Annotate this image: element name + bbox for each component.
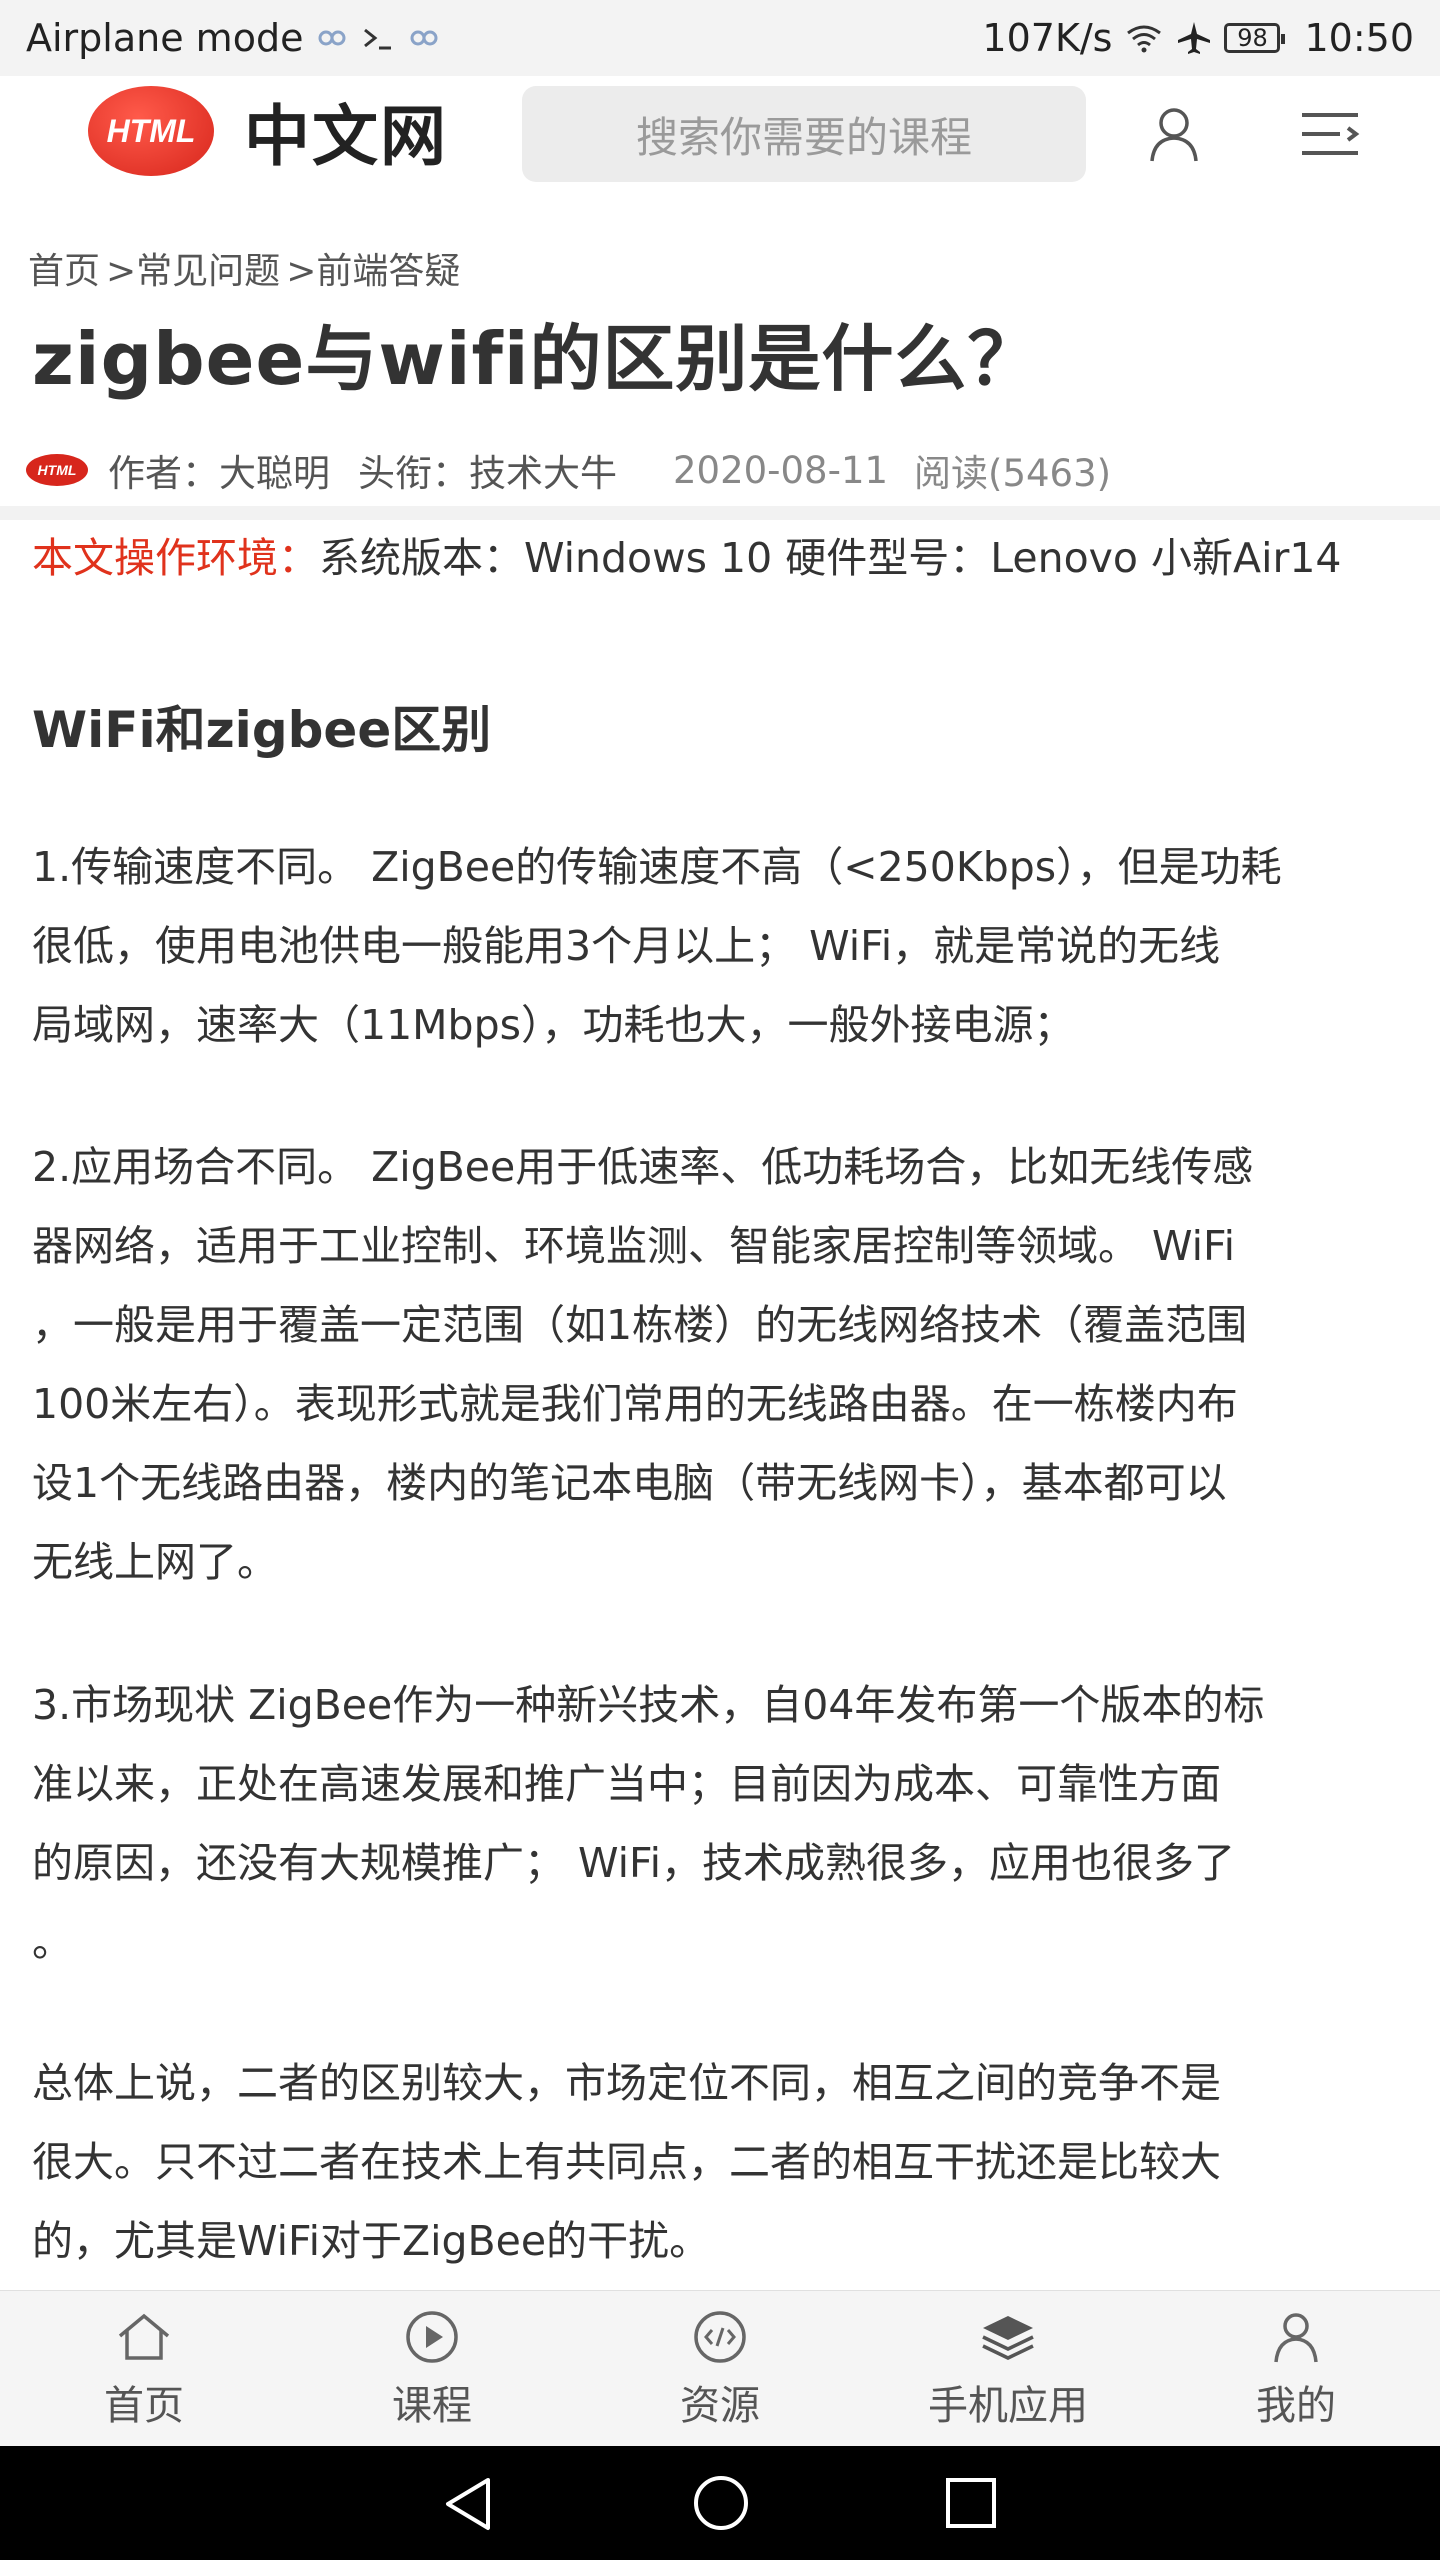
status-bar: Airplane mode 107K/s 98 10:50 <box>0 0 1440 76</box>
breadcrumb-home[interactable]: 首页 <box>28 242 100 294</box>
text-line: 100米左右）。表现形式就是我们常用的无线路由器。在一栋楼内布 <box>32 1380 1238 1428</box>
play-icon <box>402 2307 462 2367</box>
publish-date: 2020-08-11 <box>673 448 889 492</box>
environment-info: 本文操作环境：系统版本：Windows 10 硬件型号：Lenovo 小新Air… <box>32 524 1342 584</box>
breadcrumb-frontend[interactable]: >前端答疑 <box>286 242 460 294</box>
clock: 10:50 <box>1304 16 1414 60</box>
terminal-icon <box>361 24 395 52</box>
network-speed: 107K/s <box>982 16 1113 60</box>
author: 作者：大聪明 <box>108 452 330 495</box>
section-title: WiFi和zigbee区别 <box>32 701 492 759</box>
user-icon[interactable] <box>1142 102 1206 166</box>
text-line: 器网络，适用于工业控制、环境监测、智能家居控制等领域。 WiFi <box>32 1222 1236 1270</box>
nav-home[interactable]: 首页 <box>0 2291 288 2446</box>
back-icon[interactable] <box>440 2474 496 2534</box>
read-count: 阅读(5463) <box>914 452 1112 495</box>
text-line: ，一般是用于覆盖一定范围（如1栋楼）的无线网络技术（覆盖范围 <box>32 1301 1248 1349</box>
nav-mine-label: 我的 <box>1256 2382 1336 2429</box>
wifi-icon <box>1124 23 1164 53</box>
nav-resources-label: 资源 <box>680 2382 760 2429</box>
battery-icon: 98 <box>1224 23 1286 53</box>
text-line: 总体上说，二者的区别较大，市场定位不同，相互之间的竞争不是 <box>32 2059 1221 2107</box>
system-nav-bar <box>0 2446 1440 2560</box>
user-icon <box>1266 2307 1326 2367</box>
code-icon <box>690 2307 750 2367</box>
site-header: HTML 中文网 搜索你需要的课程 <box>0 76 1440 266</box>
paragraph-2: 2.应用场合不同。 ZigBee用于低速率、低功耗场合，比如无线传感 器网络，适… <box>32 1128 1432 1602</box>
paragraph-3: 3.市场现状 ZigBee作为一种新兴技术，自04年发布第一个版本的标 准以来，… <box>32 1666 1432 1982</box>
recents-icon[interactable] <box>944 2476 998 2530</box>
nav-courses-label: 课程 <box>392 2382 472 2429</box>
environment-label: 本文操作环境： <box>32 534 319 582</box>
nav-courses[interactable]: 课程 <box>288 2291 576 2446</box>
nav-home-label: 首页 <box>104 2382 184 2429</box>
notification-icon <box>317 25 347 51</box>
paragraph-4: 总体上说，二者的区别较大，市场定位不同，相互之间的竞争不是 很大。只不过二者在技… <box>32 2044 1432 2281</box>
menu-icon[interactable] <box>1298 106 1362 162</box>
breadcrumb: 首页 >常见问题 >前端答疑 <box>28 242 460 294</box>
text-line: 无线上网了。 <box>32 1538 278 1586</box>
logo-text: 中文网 <box>244 98 448 175</box>
status-left: Airplane mode <box>26 16 439 60</box>
home-icon <box>114 2307 174 2367</box>
nav-resources[interactable]: 资源 <box>576 2291 864 2446</box>
text-line: 1.传输速度不同。 ZigBee的传输速度不高（<250Kbps），但是功耗 <box>32 843 1282 891</box>
text-line: 3.市场现状 ZigBee作为一种新兴技术，自04年发布第一个版本的标 <box>32 1681 1265 1729</box>
bottom-nav: 首页 课程 资源 手机应用 我的 <box>0 2290 1440 2446</box>
environment-text: 系统版本：Windows 10 硬件型号：Lenovo 小新Air14 <box>319 534 1342 582</box>
text-line: 准以来，正处在高速发展和推广当中；目前因为成本、可靠性方面 <box>32 1760 1221 1808</box>
text-line: 的，尤其是WiFi对于ZigBee的干扰。 <box>32 2217 711 2265</box>
divider <box>0 506 1440 520</box>
airplane-icon <box>1176 20 1212 56</box>
text-line: 的原因，还没有大规模推广； WiFi，技术成熟很多，应用也很多了 <box>32 1839 1236 1887</box>
text-line: 。 <box>32 1918 73 1966</box>
text-line: 局域网，速率大（11Mbps），功耗也大，一般外接电源； <box>32 1001 1075 1049</box>
search-input[interactable]: 搜索你需要的课程 <box>522 86 1086 182</box>
search-placeholder: 搜索你需要的课程 <box>635 112 972 162</box>
nav-mine[interactable]: 我的 <box>1152 2291 1440 2446</box>
layers-icon <box>978 2307 1038 2367</box>
text-line: 2.应用场合不同。 ZigBee用于低速率、低功耗场合，比如无线传感 <box>32 1143 1254 1191</box>
airplane-mode-text: Airplane mode <box>26 16 304 60</box>
battery-level: 98 <box>1237 24 1268 52</box>
text-line: 很大。只不过二者在技术上有共同点，二者的相互干扰还是比较大 <box>32 2138 1221 2186</box>
notification-icon-2 <box>409 25 439 51</box>
page-title: zigbee与wifi的区别是什么？ <box>32 317 1041 401</box>
nav-apps-label: 手机应用 <box>928 2382 1088 2429</box>
article-meta: HTML 作者：大聪明 头衔：技术大牛 2020-08-11 阅读(5463) <box>26 440 1111 500</box>
paragraph-1: 1.传输速度不同。 ZigBee的传输速度不高（<250Kbps），但是功耗 很… <box>32 828 1432 1065</box>
text-line: 很低，使用电池供电一般能用3个月以上； WiFi，就是常说的无线 <box>32 922 1221 970</box>
logo-badge: HTML <box>88 86 214 176</box>
text-line: 设1个无线路由器，楼内的笔记本电脑（带无线网卡），基本都可以 <box>32 1459 1227 1507</box>
author-rank: 头衔：技术大牛 <box>358 452 617 495</box>
nav-apps[interactable]: 手机应用 <box>864 2291 1152 2446</box>
author-avatar: HTML <box>26 454 88 486</box>
breadcrumb-faq[interactable]: >常见问题 <box>106 242 280 294</box>
status-right: 107K/s 98 10:50 <box>982 16 1414 60</box>
site-logo[interactable]: HTML 中文网 <box>88 76 448 186</box>
home-circle-icon[interactable] <box>692 2474 750 2532</box>
